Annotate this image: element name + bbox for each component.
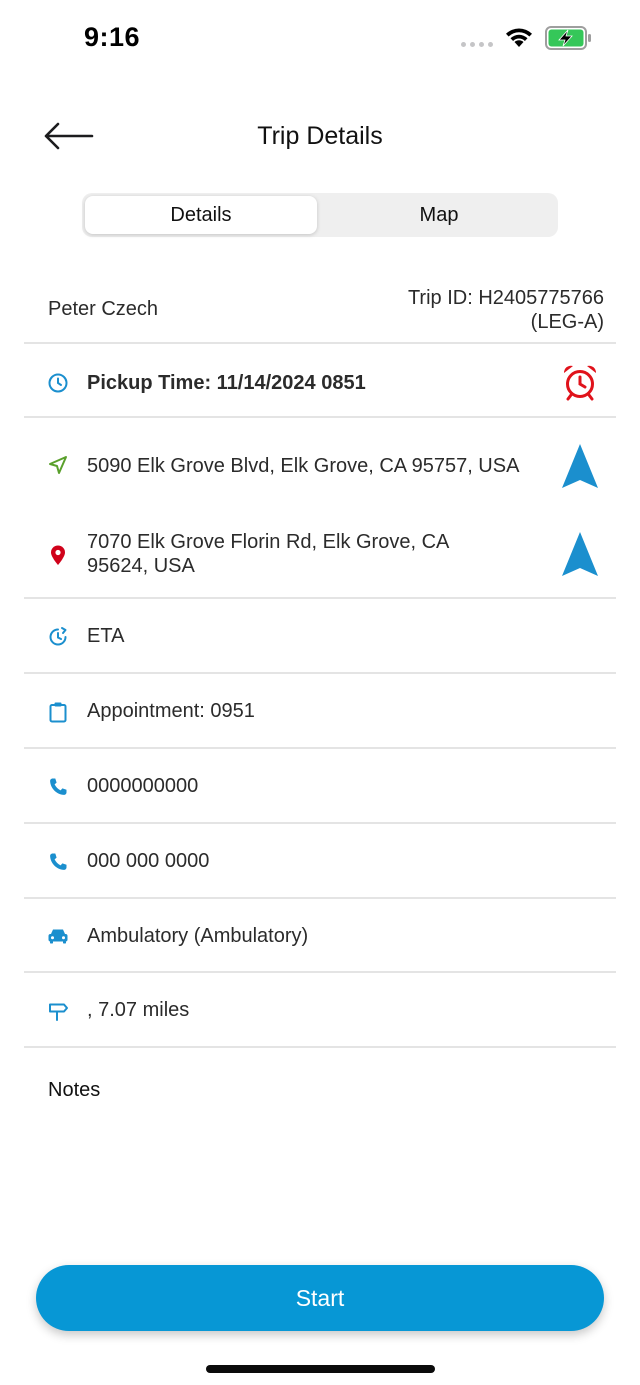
alarm-clock-icon (563, 365, 597, 401)
pickup-address-text: 5090 Elk Grove Blvd, Elk Grove, CA 95757… (87, 455, 520, 477)
phone-row-secondary[interactable]: 000 000 0000 (24, 824, 616, 899)
navigate-triangle-icon (562, 532, 598, 576)
clock-refresh-icon (46, 625, 70, 649)
distance-row: , 7.07 miles (24, 973, 616, 1048)
navigate-triangle-icon (562, 444, 598, 488)
dropoff-address-row: 7070 Elk Grove Florin Rd, Elk Grove, CA … (24, 508, 616, 599)
home-indicator (206, 1365, 435, 1373)
navigation-arrow-icon (46, 453, 70, 477)
dropoff-address-line2: 95624, USA (87, 555, 195, 577)
phone-icon (46, 775, 70, 799)
trip-id: Trip ID: H2405775766 (LEG-A) (408, 286, 604, 334)
clipboard-icon (46, 700, 70, 724)
tab-details[interactable]: Details (85, 196, 317, 234)
page-title: Trip Details (257, 122, 383, 150)
status-bar: 9:16 (0, 0, 640, 80)
trip-leg: (LEG-A) (530, 311, 604, 333)
notes-label: Notes (48, 1079, 101, 1101)
map-pin-icon (46, 543, 70, 567)
distance-text: , 7.07 miles (87, 999, 190, 1021)
phone-primary-text: 0000000000 (87, 775, 199, 797)
clock-icon (46, 371, 70, 395)
phone-row-primary[interactable]: 0000000000 (24, 749, 616, 824)
pickup-address-row: 5090 Elk Grove Blvd, Elk Grove, CA 95757… (24, 420, 616, 508)
view-segmented-control: Details Map (82, 193, 558, 237)
navigate-to-pickup-button[interactable] (560, 442, 600, 490)
eta-text: ETA (87, 625, 125, 647)
trip-header: Peter Czech Trip ID: H2405775766 (LEG-A) (24, 276, 616, 344)
phone-secondary-text: 000 000 0000 (87, 850, 210, 872)
wifi-icon (506, 28, 532, 47)
phone-icon (46, 850, 70, 874)
dropoff-address-line1: 7070 Elk Grove Florin Rd, Elk Grove, CA (87, 531, 450, 553)
pickup-time-text: Pickup Time: 11/14/2024 0851 (87, 372, 366, 394)
dropoff-address-text: 7070 Elk Grove Florin Rd, Elk Grove, CA … (87, 530, 449, 578)
appointment-row: Appointment: 0951 (24, 674, 616, 749)
trip-id-number: Trip ID: H2405775766 (407, 287, 604, 309)
cellular-signal-icon (461, 42, 493, 47)
tab-map[interactable]: Map (323, 196, 555, 234)
signpost-icon (46, 999, 70, 1023)
eta-row: ETA (24, 599, 616, 674)
vehicle-type-row: Ambulatory (Ambulatory) (24, 899, 616, 973)
appointment-text: Appointment: 0951 (87, 700, 255, 722)
status-time: 9:16 (84, 22, 141, 52)
car-icon (46, 924, 70, 948)
vehicle-type-text: Ambulatory (Ambulatory) (87, 925, 309, 947)
navigate-to-dropoff-button[interactable] (560, 530, 600, 578)
alarm-button[interactable] (560, 362, 600, 402)
start-button[interactable]: Start (36, 1265, 604, 1331)
pickup-time-row: Pickup Time: 11/14/2024 0851 (24, 344, 616, 418)
battery-charging-icon (545, 26, 591, 50)
rider-name: Peter Czech (48, 298, 159, 320)
navigation-header: Trip Details (0, 100, 640, 172)
